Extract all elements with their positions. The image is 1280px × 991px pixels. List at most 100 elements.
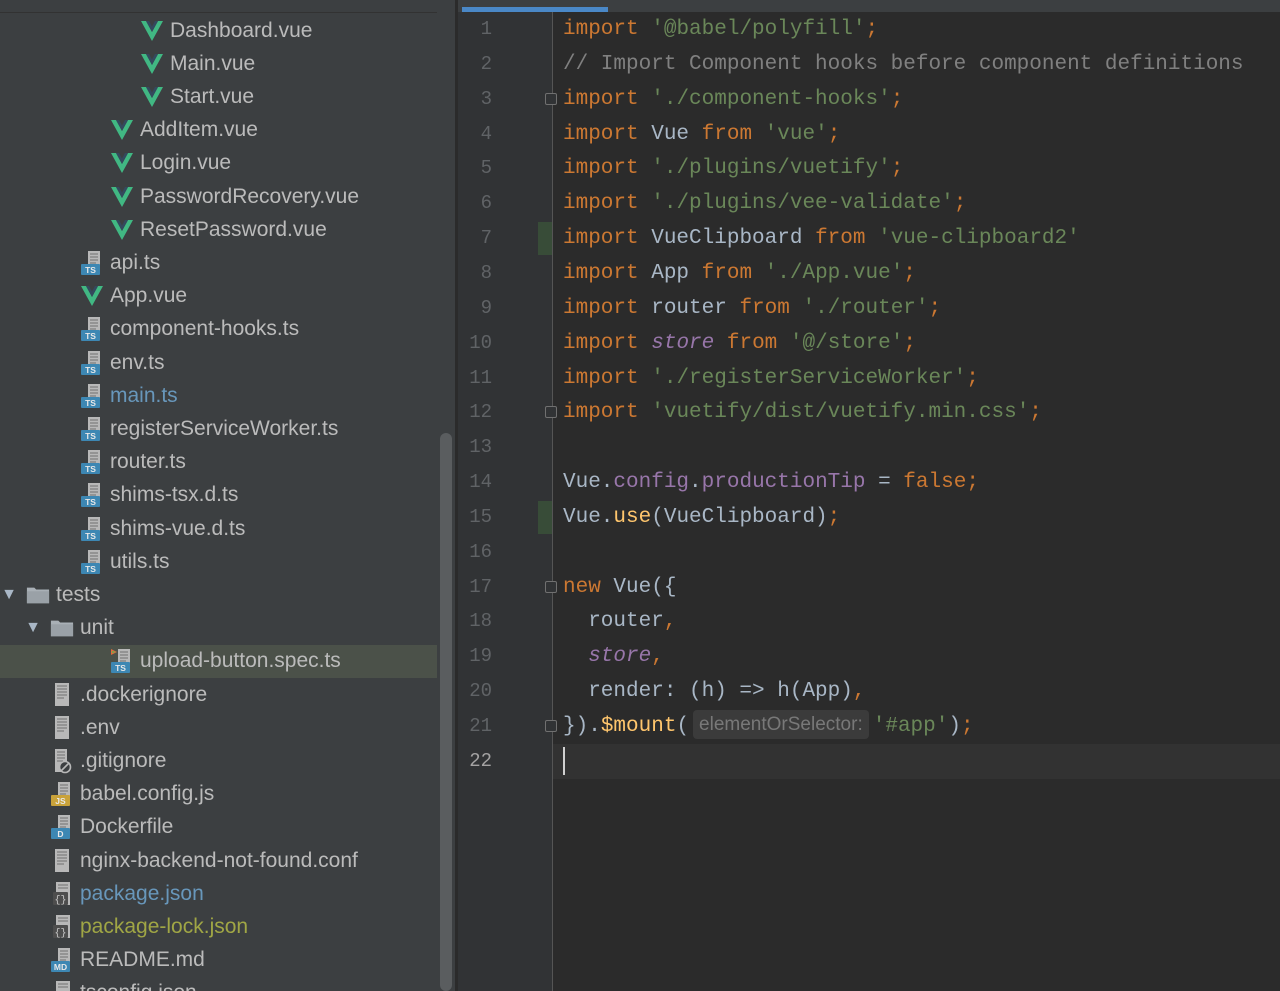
tree-item-additem-vue[interactable]: AddItem.vue: [0, 114, 437, 147]
tree-item-dockerfile[interactable]: D Dockerfile: [0, 811, 437, 844]
vue-icon: [140, 84, 164, 110]
tree-item-readme-md[interactable]: MD README.md: [0, 944, 437, 977]
tree-item-label: README.md: [80, 948, 205, 972]
tree-item-utils-ts[interactable]: TS utils.ts: [0, 545, 437, 578]
expand-arrow-icon[interactable]: ▼: [0, 586, 18, 604]
expand-arrow-icon[interactable]: ▼: [24, 619, 42, 637]
json-file-icon: {}: [50, 914, 74, 940]
line-number: 2: [480, 52, 492, 75]
code-line[interactable]: import './registerServiceWorker';: [563, 361, 979, 396]
svg-text:JS: JS: [55, 796, 66, 806]
svg-text:MD: MD: [54, 962, 67, 972]
tree-item-babel-config-js[interactable]: JS babel.config.js: [0, 778, 437, 811]
tree-item-label: router.ts: [110, 450, 186, 474]
fold-marker-icon[interactable]: [545, 92, 557, 105]
tree-item-resetpassword-vue[interactable]: ResetPassword.vue: [0, 213, 437, 246]
line-number: 5: [480, 157, 492, 180]
panel-header-strip: [0, 0, 455, 13]
vue-icon: [110, 217, 134, 243]
code-line[interactable]: import Vue from 'vue';: [563, 117, 840, 152]
typescript-file-icon: TS: [80, 516, 104, 542]
tree-item-label: Dockerfile: [80, 815, 174, 839]
tree-item-label: main.ts: [110, 383, 178, 407]
tree-item-label: upload-button.spec.ts: [140, 649, 341, 673]
line-number: 3: [480, 87, 492, 110]
typescript-file-icon: TS: [80, 482, 104, 508]
tree-item-component-hooks-ts[interactable]: TS component-hooks.ts: [0, 313, 437, 346]
code-line[interactable]: store,: [563, 639, 664, 674]
tree-item-package-json[interactable]: {} package.json: [0, 877, 437, 910]
vcs-change-marker[interactable]: [538, 222, 552, 256]
code-line[interactable]: render: (h) => h(App),: [563, 674, 865, 709]
tree-item-passwordrecovery-vue[interactable]: PasswordRecovery.vue: [0, 180, 437, 213]
typescript-file-icon: TS: [80, 549, 104, 575]
tree-item-dashboard-vue[interactable]: Dashboard.vue: [0, 14, 437, 47]
svg-text:TS: TS: [115, 663, 126, 673]
code-line[interactable]: import './plugins/vuetify';: [563, 151, 903, 186]
tree-item-label: package.json: [80, 881, 204, 905]
fold-marker-icon[interactable]: [545, 720, 557, 732]
tree-item-env-ts[interactable]: TS env.ts: [0, 346, 437, 379]
vcs-change-marker[interactable]: [538, 500, 552, 534]
tree-item-gitignore[interactable]: .gitignore: [0, 744, 437, 777]
code-line[interactable]: import '@babel/polyfill';: [563, 12, 878, 47]
tree-item-api-ts[interactable]: TS api.ts: [0, 246, 437, 279]
svg-text:TS: TS: [85, 564, 96, 574]
tree-item-shims-vue-d-ts[interactable]: TS shims-vue.d.ts: [0, 512, 437, 545]
tree-item-tsconfig-json[interactable]: {} tsconfig.json: [0, 977, 437, 991]
tree-item-label: tsconfig.json: [80, 981, 197, 991]
code-line[interactable]: import VueClipboard from 'vue-clipboard2…: [563, 221, 1080, 256]
svg-text:TS: TS: [85, 431, 96, 441]
code-editor[interactable]: 1 import '@babel/polyfill'; 2 // Import Com…: [458, 0, 1280, 991]
tree-item-login-vue[interactable]: Login.vue: [0, 147, 437, 180]
tree-item-unit[interactable]: ▼ unit: [0, 612, 437, 645]
tree-item-registerserviceworker-ts[interactable]: TS registerServiceWorker.ts: [0, 412, 437, 445]
fold-marker-icon[interactable]: [545, 406, 557, 419]
gutter-separator: [552, 12, 553, 991]
text-file-icon: [50, 715, 74, 741]
tree-item-tests[interactable]: ▼ tests: [0, 578, 437, 611]
tree-item-env[interactable]: .env: [0, 711, 437, 744]
code-line[interactable]: // Import Component hooks before compone…: [563, 47, 1244, 82]
line-number: 16: [469, 540, 492, 563]
line-number: 14: [469, 471, 492, 494]
code-line[interactable]: Vue.config.productionTip = false;: [563, 465, 979, 500]
fold-marker-icon[interactable]: [545, 580, 557, 593]
markdown-file-icon: MD: [50, 947, 74, 973]
tree-item-dockerignore[interactable]: .dockerignore: [0, 678, 437, 711]
svg-text:D: D: [57, 829, 63, 839]
current-line-highlight: [553, 743, 1280, 779]
tree-item-label: ResetPassword.vue: [140, 217, 327, 241]
tree-item-main-vue[interactable]: Main.vue: [0, 47, 437, 80]
typescript-file-icon: TS: [80, 416, 104, 442]
line-number: 21: [469, 715, 492, 737]
tree-item-label: AddItem.vue: [140, 118, 258, 142]
code-line[interactable]: router,: [563, 604, 676, 639]
code-line[interactable]: import store from '@/store';: [563, 326, 916, 361]
tree-item-nginx-backend-not-found-conf[interactable]: nginx-backend-not-found.conf: [0, 844, 437, 877]
tree-item-label: PasswordRecovery.vue: [140, 184, 360, 208]
tree-item-start-vue[interactable]: Start.vue: [0, 80, 437, 113]
code-line[interactable]: import './plugins/vee-validate';: [563, 186, 966, 221]
line-number: 18: [469, 610, 492, 633]
tree-item-main-ts[interactable]: TS main.ts: [0, 379, 437, 412]
code-line[interactable]: import './component-hooks';: [563, 82, 903, 117]
code-line[interactable]: new Vue({: [563, 570, 676, 605]
tree-item-label: shims-tsx.d.ts: [110, 483, 239, 507]
code-line[interactable]: import router from './router';: [563, 291, 941, 326]
text-file-icon: [50, 848, 74, 874]
code-line[interactable]: Vue.use(VueClipboard);: [563, 500, 840, 535]
tree-scrollbar-thumb[interactable]: [440, 433, 452, 991]
tree-item-upload-button-spec-ts[interactable]: TS upload-button.spec.ts: [0, 644, 437, 678]
code-line[interactable]: import 'vuetify/dist/vuetify.min.css';: [563, 395, 1042, 430]
json-file-icon: {}: [50, 980, 74, 991]
code-line[interactable]: import App from './App.vue';: [563, 256, 916, 291]
tree-item-package-lock-json[interactable]: {} package-lock.json: [0, 910, 437, 943]
code-line[interactable]: }).$mount(elementOrSelector: '#app');: [563, 709, 974, 744]
tree-item-label: utils.ts: [110, 549, 170, 573]
tree-item-router-ts[interactable]: TS router.ts: [0, 446, 437, 479]
typescript-file-icon: TS: [80, 449, 104, 475]
tree-item-app-vue[interactable]: App.vue: [0, 280, 437, 313]
json-file-icon: {}: [50, 881, 74, 907]
tree-item-shims-tsx-d-ts[interactable]: TS shims-tsx.d.ts: [0, 479, 437, 512]
